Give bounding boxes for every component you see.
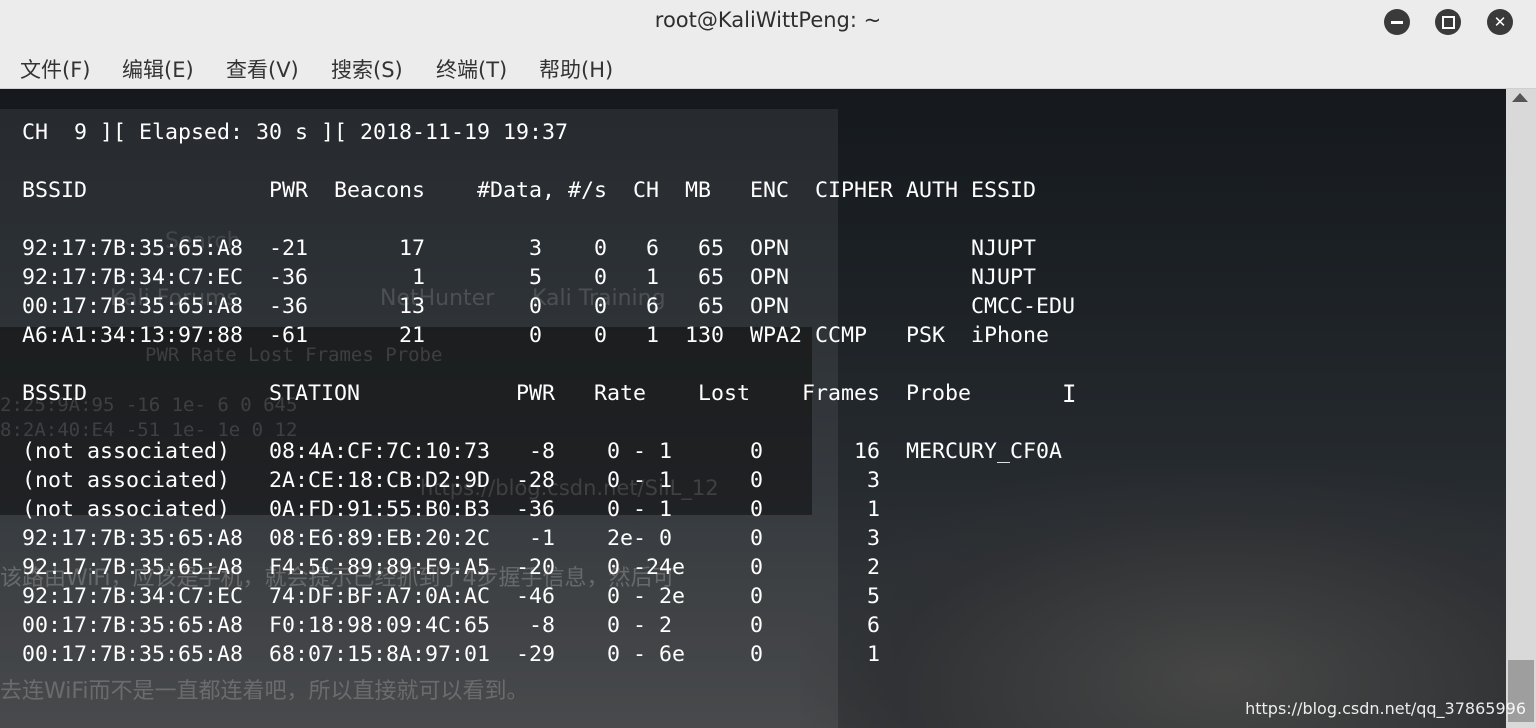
menu-terminal[interactable]: 终端(T) xyxy=(436,54,507,84)
terminal-line-4: 92:17:7B:35:65:A8 -21 17 3 0 6 65 OPN NJ… xyxy=(22,236,1037,261)
terminal-line-7: A6:A1:34:13:97:88 -61 21 0 0 1 130 WPA2 … xyxy=(22,323,1050,348)
watermark: https://blog.csdn.net/qq_37865996 xyxy=(1245,699,1526,718)
terminal-line-9: BSSID STATION PWR Rate Lost Frames Probe xyxy=(22,381,972,406)
scroll-up-icon[interactable] xyxy=(1512,93,1528,102)
terminal-line-11: (not associated) 08:4A:CF:7C:10:73 -8 0 … xyxy=(22,439,1063,464)
menu-file[interactable]: 文件(F) xyxy=(20,54,90,84)
background-landscape xyxy=(800,469,1506,728)
terminal-line-18: 00:17:7B:35:65:A8 68:07:15:8A:97:01 -29 … xyxy=(22,642,881,667)
menu-view[interactable]: 查看(V) xyxy=(226,54,299,84)
terminal-line-2: BSSID PWR Beacons #Data, #/s CH MB ENC C… xyxy=(22,178,1037,203)
scrollbar[interactable] xyxy=(1506,89,1536,728)
terminal-line-14: 92:17:7B:35:65:A8 08:E6:89:EB:20:2C -1 2… xyxy=(22,526,881,551)
terminal-line-17: 00:17:7B:35:65:A8 F0:18:98:09:4C:65 -8 0… xyxy=(22,613,881,638)
maximize-icon[interactable] xyxy=(1435,9,1461,35)
menu-help[interactable]: 帮助(H) xyxy=(539,54,613,84)
menu-edit[interactable]: 编辑(E) xyxy=(122,54,194,84)
terminal-line-16: 92:17:7B:34:C7:EC 74:DF:BF:A7:0A:AC -46 … xyxy=(22,584,881,609)
terminal-line-0: CH 9 ][ Elapsed: 30 s ][ 2018-11-19 19:3… xyxy=(22,120,569,145)
close-icon[interactable]: ✕ xyxy=(1487,9,1513,35)
minimize-icon[interactable] xyxy=(1384,9,1410,35)
terminal-line-5: 92:17:7B:34:C7:EC -36 1 5 0 1 65 OPN NJU… xyxy=(22,265,1037,290)
ghost-line-2: 去连WiFi而不是一直都连着吧，所以直接就可以看到。 xyxy=(0,679,529,704)
terminal-line-12: (not associated) 2A:CE:18:CB:D2:9D -28 0… xyxy=(22,468,881,493)
window-title: root@KaliWittPeng: ~ xyxy=(654,8,882,32)
menu-bar: 文件(F) 编辑(E) 查看(V) 搜索(S) 终端(T) 帮助(H) xyxy=(0,44,1536,89)
terminal-line-6: 00:17:7B:35:65:A8 -36 13 0 0 6 65 OPN CM… xyxy=(22,294,1076,319)
menu-search[interactable]: 搜索(S) xyxy=(331,54,403,84)
title-bar: root@KaliWittPeng: ~ ✕ xyxy=(0,0,1536,45)
text-cursor-icon: I xyxy=(1062,380,1077,408)
terminal-line-13: (not associated) 0A:FD:91:55:B0:B3 -36 0… xyxy=(22,497,881,522)
terminal-line-15: 92:17:7B:35:65:A8 F4:5C:89:89:E9:A5 -20 … xyxy=(22,555,881,580)
